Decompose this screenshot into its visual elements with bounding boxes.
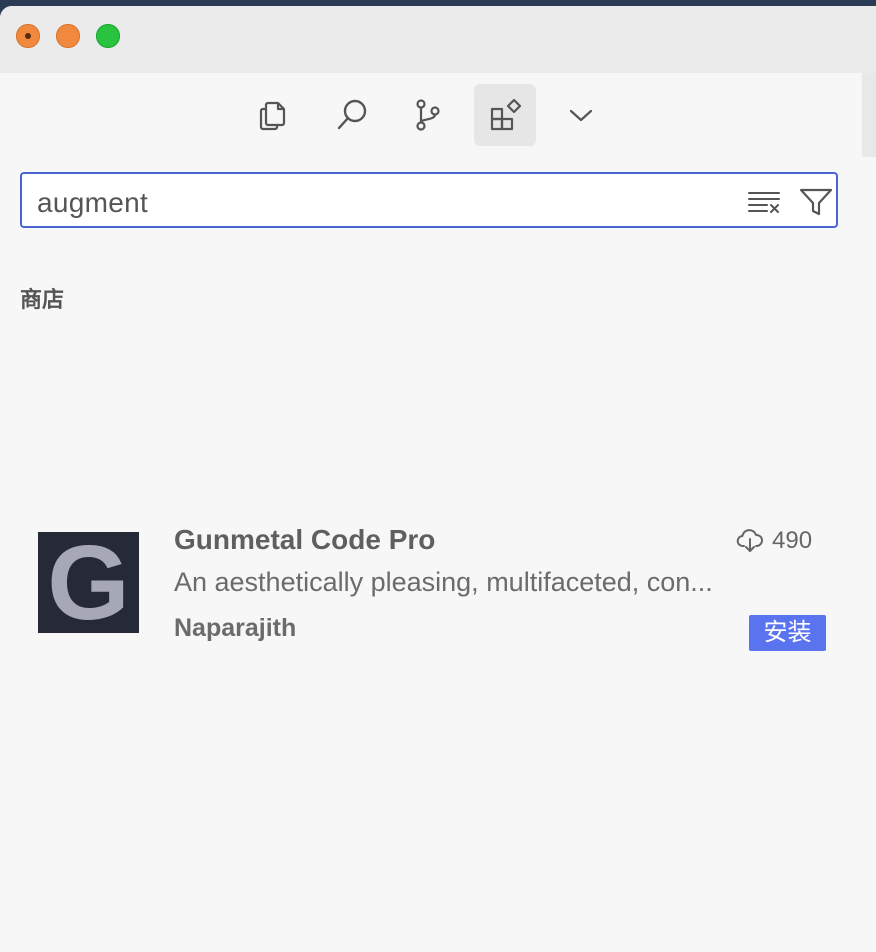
extension-name: Gunmetal Code Pro (174, 524, 436, 555)
close-window-button[interactable] (16, 24, 40, 48)
scrollbar[interactable] (862, 73, 876, 157)
search-input-value[interactable]: augment (37, 187, 148, 219)
maximize-window-button[interactable] (96, 24, 120, 48)
source-control-icon (416, 99, 440, 131)
extension-logo: G (38, 532, 139, 633)
more-views-button[interactable] (550, 84, 612, 146)
minimize-window-button[interactable] (56, 24, 80, 48)
source-control-tab[interactable] (397, 84, 459, 146)
explorer-tab[interactable] (243, 84, 305, 146)
extension-description: An aesthetically pleasing, multifaceted,… (174, 567, 713, 597)
filter-icon[interactable] (798, 186, 834, 218)
search-tab[interactable] (321, 84, 383, 146)
chevron-down-icon (569, 109, 593, 122)
close-dot-icon (25, 33, 31, 39)
download-count: 490 (736, 527, 812, 555)
extension-logo-letter: G (47, 532, 130, 633)
activity-bar (0, 84, 862, 146)
extension-list-item[interactable]: G Gunmetal Code Pro 490 An aesthetically… (0, 511, 862, 651)
download-count-value: 490 (772, 527, 813, 554)
title-bar (0, 6, 876, 73)
files-icon (259, 101, 286, 131)
marketplace-section-title: 商店 (20, 287, 65, 312)
cloud-download-icon (736, 529, 763, 552)
extension-author: Naparajith (174, 614, 297, 642)
search-icon (337, 99, 367, 130)
app-window: augment 商店 G Gunmetal Code Pro 490 An ae (0, 6, 876, 952)
install-button[interactable]: 安装 (749, 615, 826, 651)
extensions-icon (490, 98, 522, 131)
clear-results-icon[interactable] (746, 186, 782, 218)
extension-search-input[interactable]: augment (20, 172, 838, 228)
extensions-tab[interactable] (474, 84, 536, 146)
